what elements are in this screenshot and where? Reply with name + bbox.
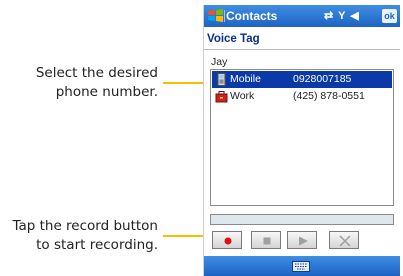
- stop-icon: [263, 237, 271, 245]
- callout-record-hint: Tap the record button to start recording.: [12, 217, 158, 255]
- heading-divider: [204, 49, 400, 50]
- keyboard-icon[interactable]: [292, 261, 310, 272]
- number-label: Mobile: [230, 73, 261, 85]
- callout-record-hint-text: Tap the record button to start recording.: [12, 218, 158, 253]
- windows-start-icon[interactable]: [207, 8, 224, 24]
- record-icon: [224, 237, 232, 245]
- ok-button[interactable]: ok: [382, 9, 397, 23]
- app-title: Contacts: [226, 9, 278, 23]
- page-title: Voice Tag: [207, 33, 260, 45]
- volume-icon[interactable]: ◀: [350, 10, 359, 22]
- delete-icon: [339, 235, 351, 247]
- work-briefcase-icon: [215, 91, 228, 103]
- menu-bar: [204, 256, 400, 276]
- recording-progress-bar: [210, 214, 394, 225]
- number-value: 0928007185: [293, 73, 352, 85]
- number-value: (425) 878-0551: [293, 90, 365, 102]
- contact-name: Jay: [211, 56, 228, 68]
- mobile-phone-icon: [217, 73, 226, 86]
- delete-button[interactable]: [329, 231, 359, 249]
- signal-icon[interactable]: Y: [338, 10, 346, 22]
- phone-number-list[interactable]: Mobile 0928007185 Work (425) 878-0551: [210, 69, 394, 206]
- record-button[interactable]: [212, 231, 242, 249]
- title-separator: [224, 10, 225, 22]
- list-item-mobile[interactable]: Mobile 0928007185: [212, 71, 392, 88]
- title-bar: Contacts ⇄ Y ◀ ok: [204, 5, 400, 27]
- device-screen: Contacts ⇄ Y ◀ ok Voice Tag Jay Mobile 0…: [203, 5, 400, 276]
- play-icon: [299, 236, 308, 246]
- number-label: Work: [230, 90, 255, 102]
- callout-select-number-text: Select the desired phone number.: [35, 65, 158, 100]
- connectivity-icon[interactable]: ⇄: [324, 10, 334, 22]
- list-item-work[interactable]: Work (425) 878-0551: [212, 88, 392, 105]
- play-button[interactable]: [287, 231, 317, 249]
- stop-button[interactable]: [251, 231, 281, 249]
- status-icons[interactable]: ⇄ Y ◀: [324, 9, 360, 22]
- callout-select-number: Select the desired phone number.: [36, 64, 158, 102]
- callout-line-select: [163, 82, 207, 84]
